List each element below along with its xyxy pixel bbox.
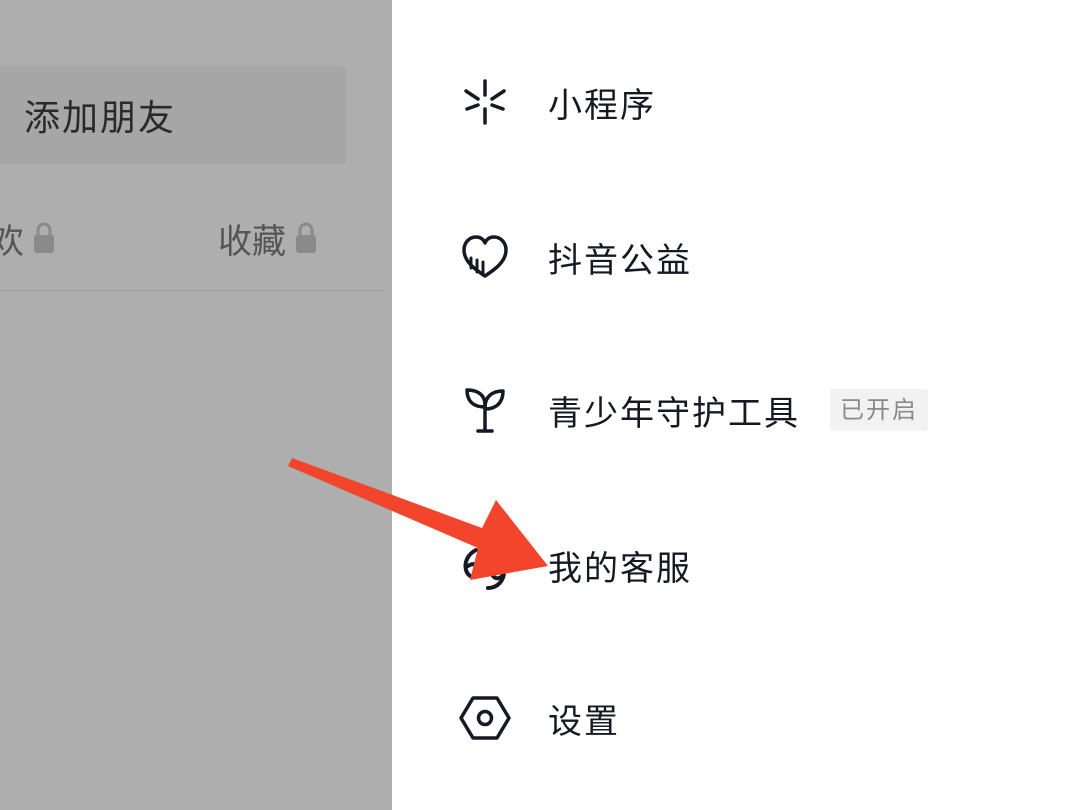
customer-service-icon bbox=[458, 538, 512, 592]
add-friend-label: 添加朋友 bbox=[24, 98, 177, 139]
menu-item-charity[interactable]: 抖音公益 bbox=[392, 207, 1080, 307]
menu-item-label: 抖音公益 bbox=[548, 240, 692, 281]
mini-program-icon bbox=[458, 75, 512, 129]
tab-likes[interactable]: 欢 bbox=[0, 210, 56, 266]
tab-likes-label: 欢 bbox=[0, 221, 24, 262]
add-friend-button[interactable]: 添加朋友 bbox=[0, 66, 346, 164]
settings-hexagon-icon bbox=[458, 691, 512, 745]
menu-item-label: 我的客服 bbox=[548, 548, 692, 589]
menu-item-settings[interactable]: 设置 bbox=[392, 668, 1080, 768]
status-badge: 已开启 bbox=[830, 389, 928, 431]
sprout-icon bbox=[458, 383, 512, 437]
tab-favorites[interactable]: 收藏 bbox=[218, 210, 318, 266]
app-screen: 添加朋友 欢 收藏 小程序 抖音公益 青少年守护工具 已开启 我的客服 设置 bbox=[0, 0, 1080, 810]
side-drawer-menu: 小程序 抖音公益 青少年守护工具 已开启 我的客服 设置 bbox=[392, 0, 1080, 810]
menu-item-label: 青少年守护工具 bbox=[548, 393, 800, 434]
menu-item-label: 小程序 bbox=[548, 85, 656, 126]
tab-divider bbox=[0, 290, 384, 291]
lock-icon bbox=[34, 222, 54, 253]
menu-item-mini-program[interactable]: 小程序 bbox=[392, 52, 1080, 152]
menu-item-youth-protection[interactable]: 青少年守护工具 已开启 bbox=[392, 360, 1080, 460]
dimmed-profile-page[interactable]: 添加朋友 欢 收藏 bbox=[0, 0, 392, 810]
charity-heart-icon bbox=[458, 230, 512, 284]
lock-icon bbox=[296, 222, 316, 253]
tab-favorites-label: 收藏 bbox=[218, 221, 286, 262]
menu-item-label: 设置 bbox=[548, 701, 620, 742]
menu-item-customer-service[interactable]: 我的客服 bbox=[392, 515, 1080, 615]
